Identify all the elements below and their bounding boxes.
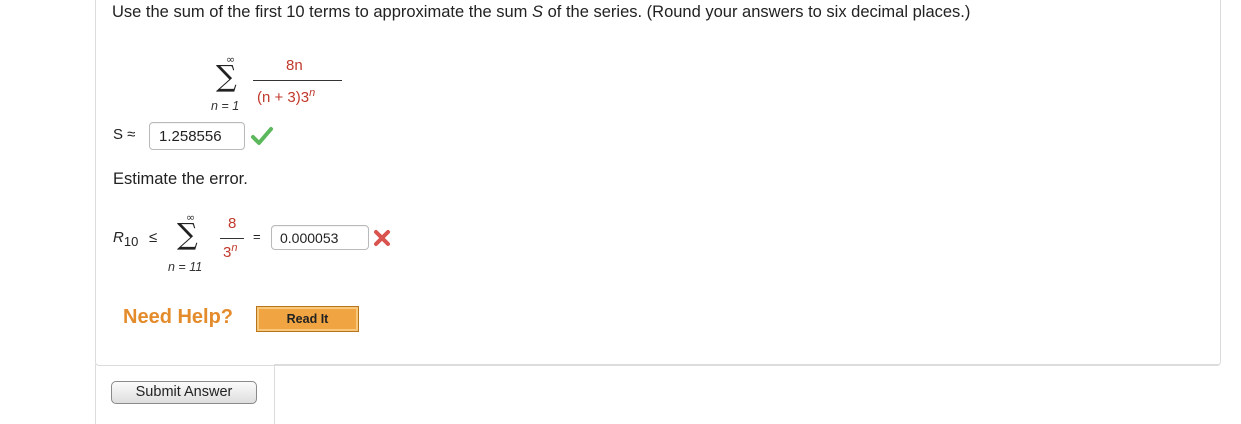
submit-answer-button[interactable]: Submit Answer — [111, 381, 257, 404]
cross-icon — [373, 229, 391, 252]
series1-denominator: (n + 3)3n — [257, 87, 315, 106]
series1-denominator-exponent: n — [309, 87, 316, 99]
series2-fraction-bar — [220, 238, 244, 239]
equals-sign: = — [253, 229, 261, 244]
leq-sign: ≤ — [149, 229, 158, 246]
series2-lower-limit: n = 11 — [168, 260, 203, 274]
series2-denominator: 3n — [223, 242, 237, 261]
s-approx-label: S ≈ — [113, 126, 136, 143]
series1-numerator-text: 8n — [286, 57, 303, 74]
read-it-button[interactable]: Read It — [256, 306, 359, 332]
panel-border — [274, 364, 275, 424]
r-subscript: 10 — [123, 234, 139, 249]
question-text-part: of the series. (Round your answers to si… — [543, 3, 971, 21]
error-estimate-input[interactable]: 0.000053 — [271, 225, 369, 250]
series2-numerator: 8 — [228, 215, 237, 232]
check-icon — [251, 126, 273, 151]
series2-denominator-exponent: n — [231, 242, 238, 254]
s-approx-input[interactable]: 1.258556 — [149, 122, 245, 150]
sigma-icon: ∑ — [216, 59, 237, 93]
series1-lower-limit: n = 1 — [211, 99, 240, 113]
series1-numerator: 8n — [286, 57, 303, 74]
panel-border — [275, 364, 1219, 366]
s-symbol: S — [532, 3, 544, 21]
need-help-label: Need Help? — [123, 306, 234, 328]
sigma-icon: ∑ — [177, 217, 198, 251]
r-symbol: R — [113, 229, 124, 246]
question-text: Use the sum of the first 10 terms to app… — [112, 3, 970, 22]
r10-label: R10 — [113, 229, 138, 249]
series1-fraction-bar — [253, 80, 342, 81]
question-text-part: Use the sum of the first 10 terms to app… — [112, 3, 533, 21]
series1-denominator-text: (n + 3)3 — [257, 89, 310, 106]
estimate-label: Estimate the error. — [113, 170, 248, 188]
